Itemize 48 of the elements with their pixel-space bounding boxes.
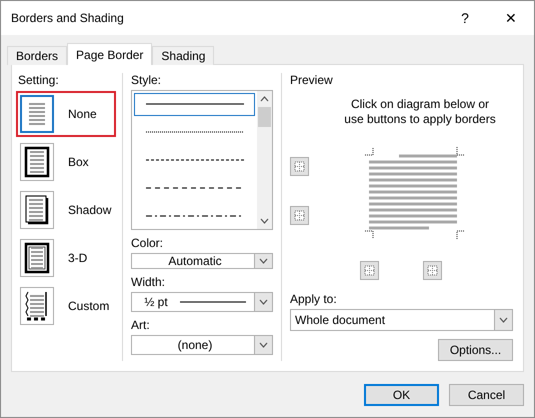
width-label: Width: bbox=[131, 275, 166, 289]
help-button[interactable]: ? bbox=[442, 1, 488, 35]
color-label: Color: bbox=[131, 236, 164, 250]
width-dropdown[interactable]: ½ pt bbox=[131, 292, 273, 312]
setting-option-label: Shadow bbox=[68, 203, 112, 217]
bottom-border-button[interactable] bbox=[290, 206, 309, 225]
apply-to-dropdown[interactable]: Whole document bbox=[290, 309, 513, 331]
framed-page-icon bbox=[24, 242, 50, 274]
tab[interactable]: Borders bbox=[7, 46, 68, 65]
shadowed-page-icon bbox=[24, 194, 50, 226]
scroll-up-icon bbox=[260, 96, 269, 102]
setting-option-button[interactable] bbox=[20, 143, 54, 181]
ok-button[interactable]: OK bbox=[364, 384, 439, 406]
line-sample bbox=[180, 301, 246, 303]
boxed-page-icon bbox=[24, 146, 50, 178]
scrollbar[interactable] bbox=[257, 91, 272, 229]
setting-option-button[interactable] bbox=[20, 287, 54, 325]
style-label: Style: bbox=[131, 73, 162, 87]
apply-to-label: Apply to: bbox=[290, 292, 338, 306]
art-label: Art: bbox=[131, 318, 151, 332]
chevron-down-icon bbox=[259, 258, 268, 264]
options-button[interactable]: Options... bbox=[438, 339, 513, 361]
custom-page-icon bbox=[24, 290, 50, 322]
setting-option-label: Custom bbox=[68, 299, 110, 313]
setting-option-label: None bbox=[68, 107, 98, 121]
art-dropdown[interactable]: (none) bbox=[131, 335, 273, 355]
tab[interactable]: Shading bbox=[152, 46, 214, 65]
chevron-down-icon bbox=[259, 342, 268, 348]
scroll-thumb[interactable] bbox=[258, 107, 271, 127]
setting-option-button[interactable] bbox=[20, 191, 54, 229]
setting-option-button[interactable] bbox=[20, 239, 54, 277]
line-style-option[interactable] bbox=[134, 93, 255, 116]
cancel-button[interactable]: Cancel bbox=[449, 384, 524, 406]
right-border-button[interactable] bbox=[423, 261, 442, 280]
preview-hint: Click on diagram below or use buttons to apply borders bbox=[343, 97, 497, 127]
chevron-down-icon bbox=[260, 218, 269, 224]
preview-label: Preview bbox=[290, 73, 334, 87]
color-dropdown[interactable]: Automatic bbox=[131, 253, 273, 269]
close-button[interactable]: ✕ bbox=[488, 1, 534, 35]
top-border-button[interactable] bbox=[290, 157, 309, 176]
tab[interactable]: Page Border bbox=[67, 43, 152, 65]
window-title: Borders and Shading bbox=[11, 11, 125, 25]
chevron-down-icon bbox=[259, 299, 268, 305]
setting-option-label: 3-D bbox=[68, 251, 88, 265]
chevron-down-icon bbox=[499, 317, 508, 323]
left-border-button[interactable] bbox=[360, 261, 379, 280]
setting-label: Setting: bbox=[18, 73, 60, 87]
setting-option-label: Box bbox=[68, 155, 90, 169]
